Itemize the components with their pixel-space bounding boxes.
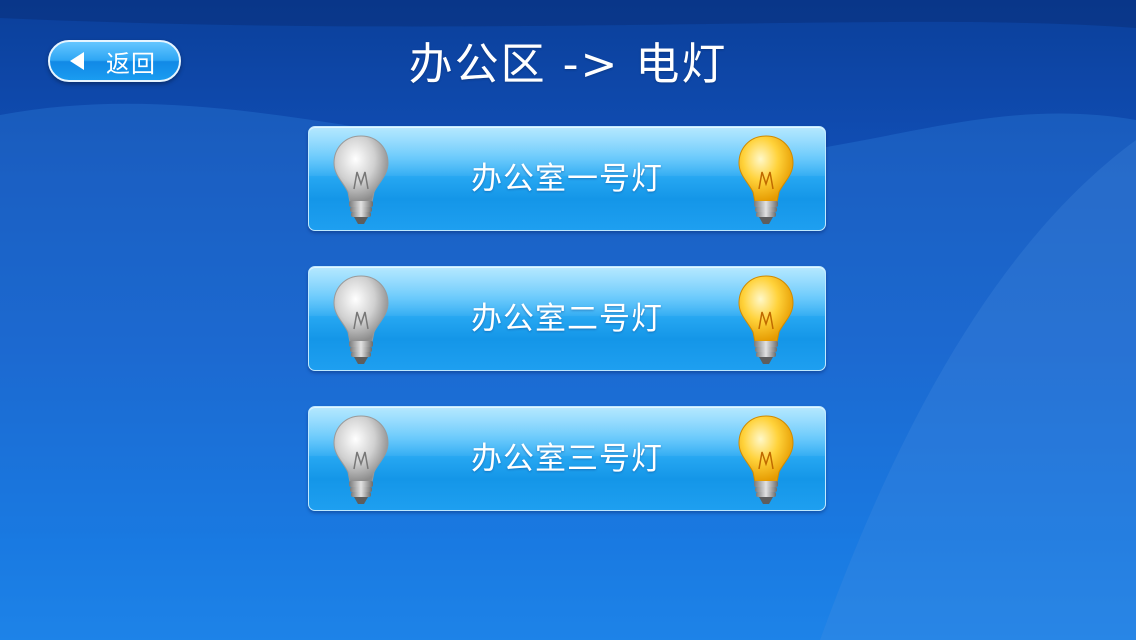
bulb-on-icon[interactable] xyxy=(736,134,796,226)
light-item-1: 办公室一号灯 xyxy=(308,126,826,231)
bulb-on-icon[interactable] xyxy=(736,274,796,366)
light-list: 办公室一号灯 办公室二号灯 办公室三号灯 xyxy=(308,126,826,546)
light-item-3: 办公室三号灯 xyxy=(308,406,826,511)
page-title: 办公区 -> 电灯 xyxy=(408,39,728,90)
light-item-2: 办公室二号灯 xyxy=(308,266,826,371)
bulb-on-icon[interactable] xyxy=(736,414,796,506)
